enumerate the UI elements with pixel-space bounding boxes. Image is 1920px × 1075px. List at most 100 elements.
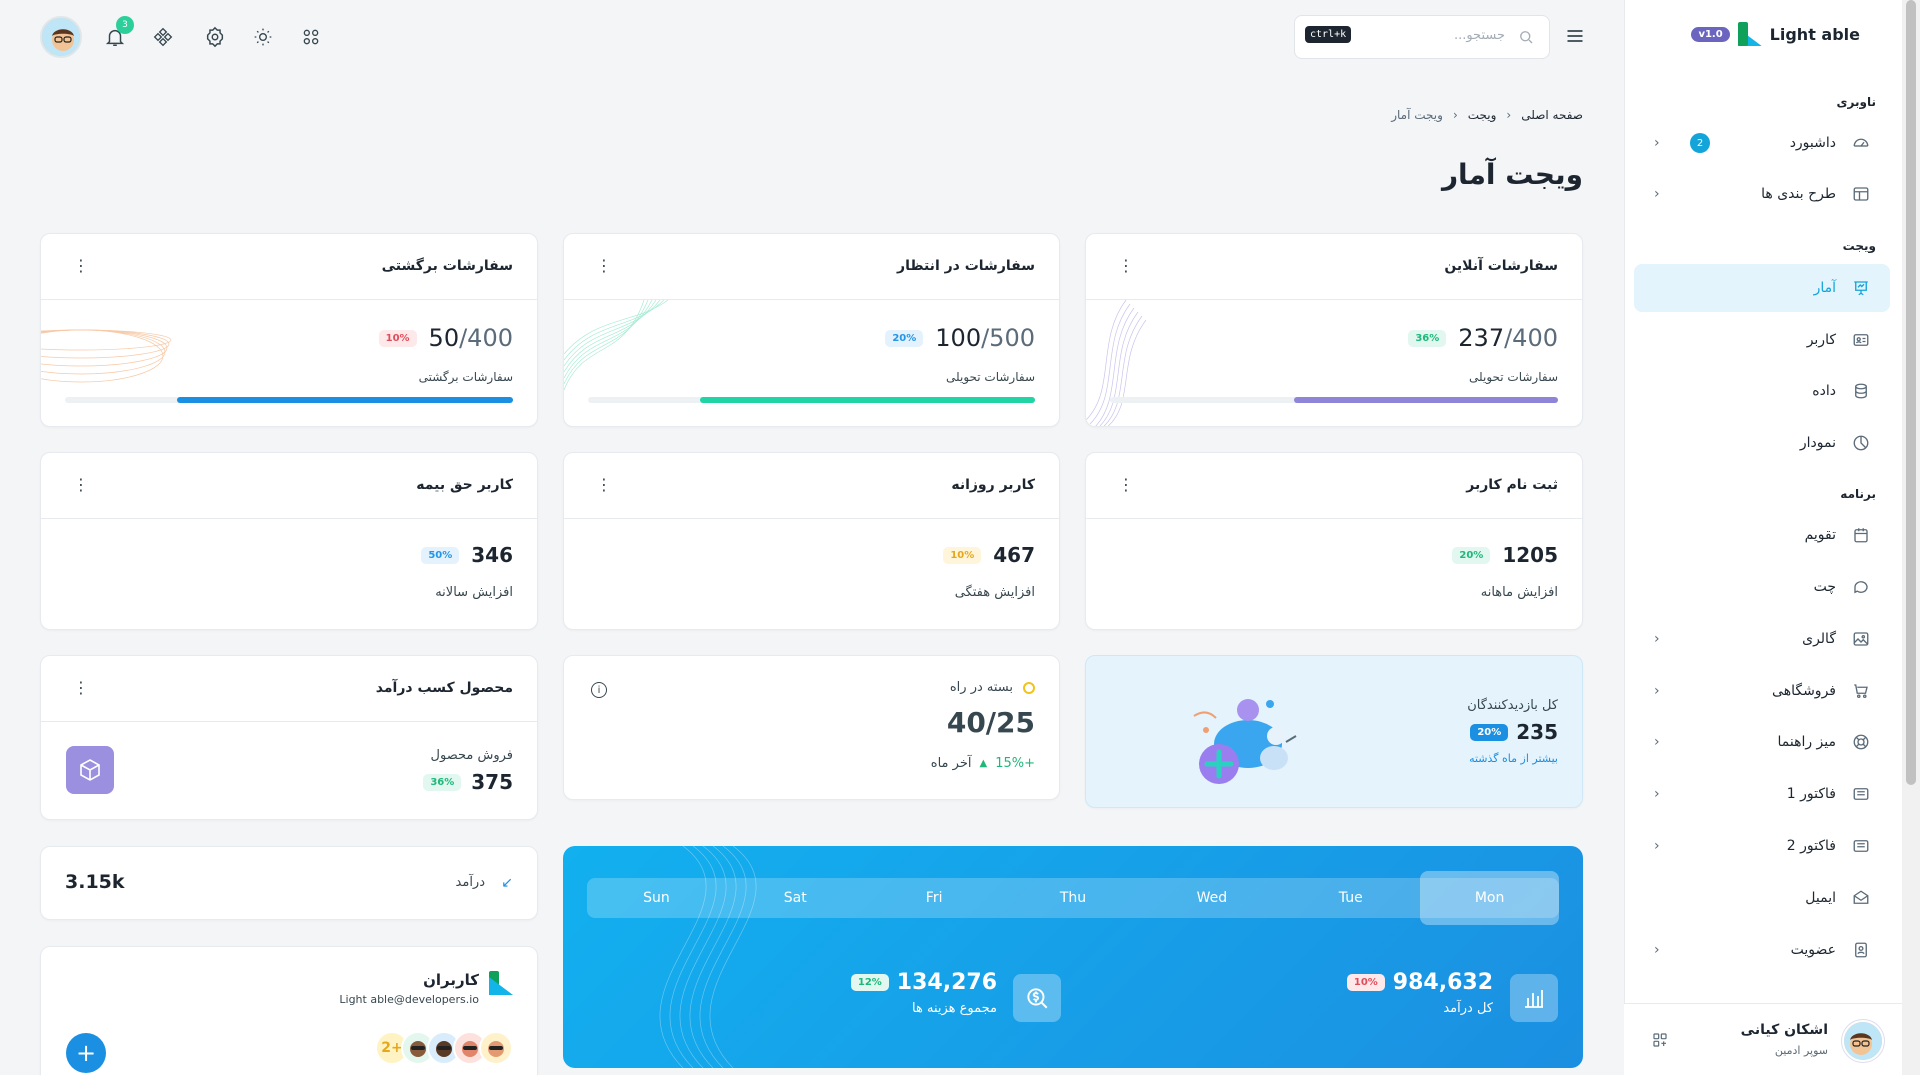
breadcrumb-widget[interactable]: ویجت [1468,108,1497,122]
sidebar-item-gallery[interactable]: گالری ‹ [1634,615,1890,663]
percent-badge: 10% [943,546,982,564]
box-icon [66,746,114,794]
search-input[interactable]: جستجو... [1454,28,1505,43]
sidebar-item-label: تقویم [1804,527,1836,543]
status-dot-icon [1023,682,1035,694]
trend-up-icon: ▲ [979,758,988,769]
sidebar-item-user[interactable]: کاربر [1634,316,1890,364]
search-dollar-icon [1013,974,1061,1022]
info-icon[interactable]: i [591,682,607,698]
sidebar-item-dashboard[interactable]: داشبورد 2 ‹ [1634,119,1890,167]
presentation-icon [1850,277,1872,299]
tab-sun[interactable]: Sun [587,878,726,918]
tab-fri[interactable]: Fri [865,878,1004,918]
card-title: کاربر روزانه [951,477,1035,493]
stat-total: /500 [981,324,1035,352]
percent-badge: 36% [1408,329,1447,347]
avatar-group[interactable]: 2+ [375,1031,513,1065]
sidebar-user[interactable]: اشکان کیانی سوپر ادمین [1624,1003,1902,1075]
cart-icon [1850,680,1872,702]
more-vertical-icon[interactable]: ⋮ [596,475,612,494]
more-vertical-icon[interactable]: ⋮ [596,256,612,275]
tab-thu[interactable]: Thu [1004,878,1143,918]
sidebar-item-statistics[interactable]: آمار [1634,264,1890,312]
card-title: سفارشات در انتظار [897,258,1035,274]
avatar[interactable] [40,16,82,58]
widget-icon[interactable] [146,20,180,54]
card-title: ثبت نام کاربر [1466,477,1558,493]
revenue-small-card: ↙ درآمد 3.15k [40,846,538,920]
weekday-tabs: Sun Sat Fri Thu Wed Tue Mon [587,871,1560,925]
tab-mon[interactable]: Mon [1420,871,1560,925]
sidebar-item-membership[interactable]: عضویت ‹ [1634,926,1890,974]
scrollbar-thumb[interactable] [1906,0,1916,785]
percent-badge: 20% [885,329,924,347]
user-role: سوپر ادمین [1774,1044,1828,1057]
breadcrumb: صفحه اصلی ‹ ویجت ‹ ویجت آمار [1391,108,1583,122]
chevron-left-icon: ‹ [1654,786,1660,802]
sidebar-item-label: طرح بندی ها [1761,186,1836,202]
sun-icon[interactable] [246,20,280,54]
logo-mark [489,971,513,995]
revenue-label: درآمد [455,875,485,890]
sidebar-item-label: داشبورد [1789,135,1836,151]
tab-sat[interactable]: Sat [726,878,865,918]
sidebar-item-label: آمار [1813,280,1836,296]
total-income: 10% 984,632 کل درآمد [1346,970,1493,1016]
sidebar-item-label: فاکتور 1 [1786,786,1836,802]
sidebar: v1.0 Light able ناوبری داشبورد 2 ‹ طرح ب… [1624,0,1902,1075]
more-vertical-icon[interactable]: ⋮ [73,678,89,697]
sidebar-item-invoice-2[interactable]: فاکتور 2 ‹ [1634,822,1890,870]
more-vertical-icon[interactable]: ⋮ [73,475,89,494]
invoice-icon [1850,835,1872,857]
apps-grid-icon[interactable] [294,20,328,54]
settings-gear-icon[interactable] [198,20,232,54]
weekly-stats-card: Sun Sat Fri Thu Wed Tue Mon 10% 984,632 … [563,846,1583,1068]
visitors-value: 235 [1516,720,1558,744]
stat-value: 346 [471,543,513,567]
percent-badge: 10% [1346,974,1385,991]
visitors-card: کل بازدیدکنندگان 235 20% بیشتر از ماه گذ… [1085,655,1583,808]
sidebar-item-shop[interactable]: فروشگاهی ‹ [1634,667,1890,715]
more-vertical-icon[interactable]: ⋮ [73,256,89,275]
sidebar-item-label: فروشگاهی [1772,683,1836,699]
more-vertical-icon[interactable]: ⋮ [1118,256,1134,275]
breadcrumb-home[interactable]: صفحه اصلی [1521,108,1583,122]
visitors-link[interactable]: بیشتر از ماه گذشته [1469,752,1558,765]
chevron-left-icon: ‹ [1654,186,1660,202]
user-stat-card-daily: کاربر روزانه ⋮ 467 10% افزایش هفتگی [563,452,1060,630]
stat-label: افزایش سالانه [435,585,513,600]
sidebar-item-invoice-1[interactable]: فاکتور 1 ‹ [1634,770,1890,818]
stat-value: 50 [428,324,460,352]
more-vertical-icon[interactable]: ⋮ [1118,475,1134,494]
trend-value: +15% [995,756,1035,771]
page-scrollbar[interactable] [1902,0,1920,1075]
user-stat-card-signup: ثبت نام کاربر ⋮ 1205 20% افزایش ماهانه [1085,452,1583,630]
package-title: بسته در راه [949,680,1013,695]
sidebar-item-data[interactable]: داده [1634,367,1890,415]
sidebar-item-layouts[interactable]: طرح بندی ها ‹ [1634,170,1890,218]
menu-icon[interactable] [1565,26,1585,50]
lifebuoy-icon [1850,731,1872,753]
sidebar-item-chart[interactable]: نمودار [1634,419,1890,467]
user-card-icon [1850,329,1872,351]
progress-bar-fill [699,397,1035,403]
logo[interactable]: v1.0 Light able [1691,22,1860,46]
search-box[interactable]: ctrl+k جستجو... [1294,15,1550,59]
breadcrumb-separator: ‹ [1506,108,1512,122]
sidebar-item-calendar[interactable]: تقویم [1634,511,1890,559]
user-settings-icon[interactable] [1652,1032,1668,1052]
version-badge: v1.0 [1691,26,1730,42]
arrow-down-left-icon: ↙ [501,875,513,891]
tab-tue[interactable]: Tue [1281,878,1420,918]
calendar-icon [1850,524,1872,546]
sidebar-item-helpdesk[interactable]: میز راهنما ‹ [1634,718,1890,766]
product-value: 375 [471,770,513,794]
breadcrumb-current: ویجت آمار [1391,108,1443,122]
add-user-button[interactable]: + [66,1033,106,1073]
tab-wed[interactable]: Wed [1142,878,1281,918]
chat-icon [1850,576,1872,598]
sidebar-item-chat[interactable]: چت [1634,563,1890,611]
chevron-left-icon: ‹ [1654,734,1660,750]
sidebar-item-email[interactable]: ایمیل [1634,874,1890,922]
